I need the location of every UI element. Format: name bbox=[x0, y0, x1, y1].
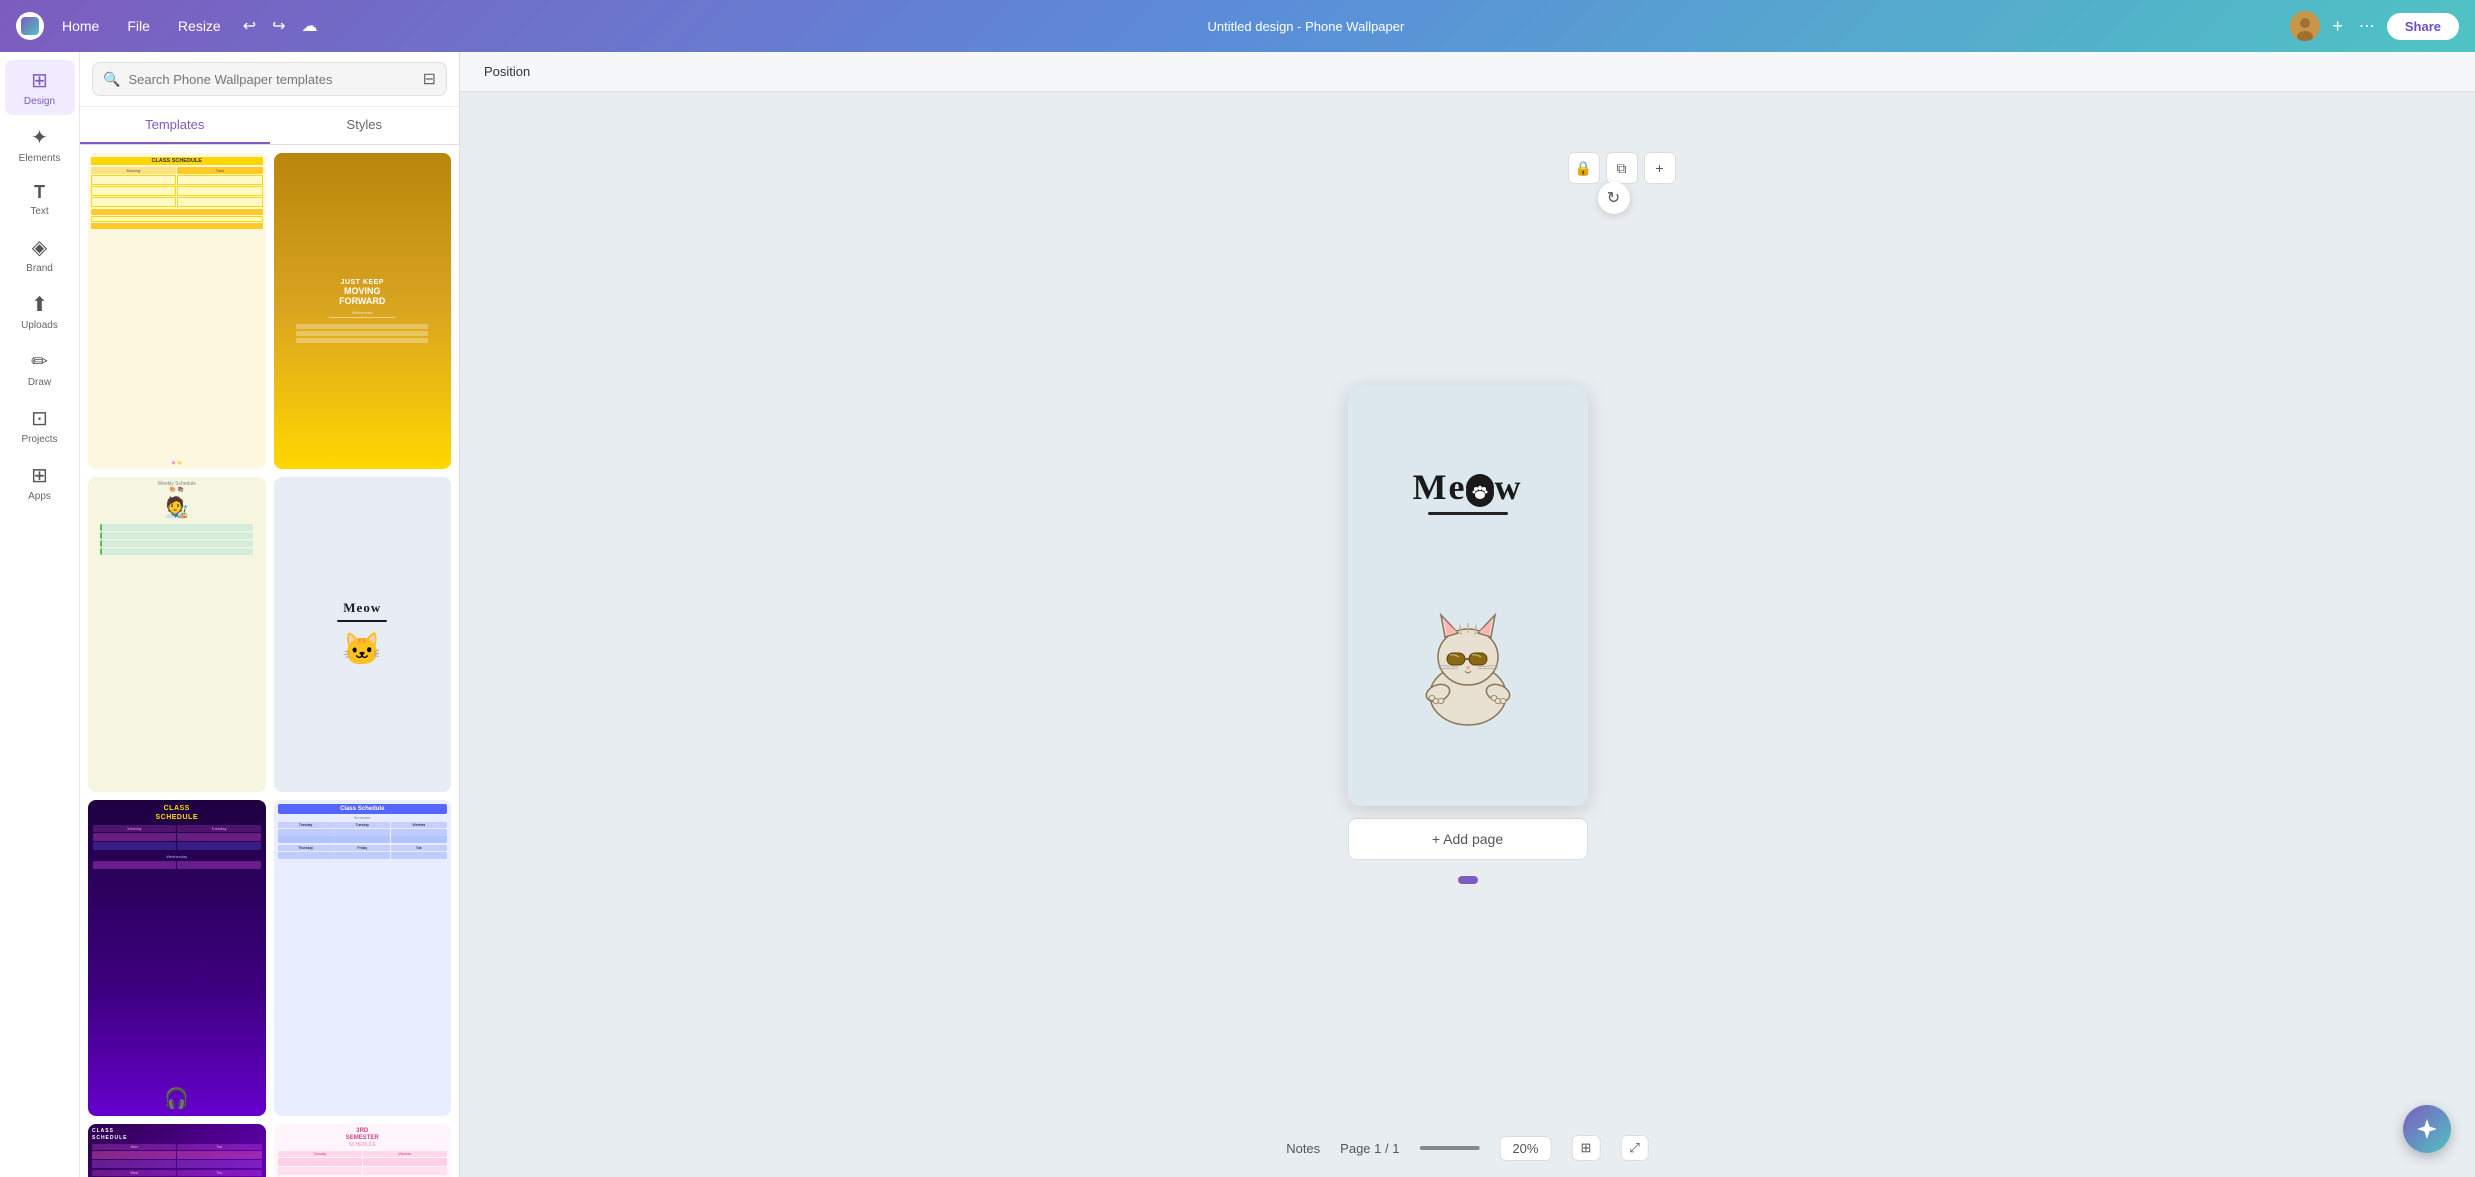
template-card-7[interactable]: CLASS SCHEDULE Mon Tue bbox=[88, 1124, 266, 1177]
page-nav bbox=[1419, 1146, 1479, 1150]
cat-svg bbox=[1403, 585, 1533, 735]
tab-templates[interactable]: Templates bbox=[80, 107, 270, 144]
template-card-8[interactable]: 3RD SEMESTER SCHEDULE Tuesday Wednes bbox=[274, 1124, 452, 1177]
sidebar-label-brand: Brand bbox=[26, 263, 53, 274]
templates-2col: CLASS SCHEDULE Monday Tues bbox=[88, 153, 451, 1177]
navbar: Home File Resize ↩ ↪ ☁ Untitled design -… bbox=[0, 0, 2475, 52]
paw-icon bbox=[1466, 474, 1494, 502]
sidebar-item-text[interactable]: T Text bbox=[5, 174, 75, 225]
navbar-left: Home File Resize ↩ ↪ ☁ bbox=[16, 12, 322, 40]
sidebar-item-apps[interactable]: ⊞ Apps bbox=[5, 455, 75, 510]
phone-canvas[interactable]: Me w bbox=[1348, 386, 1588, 806]
canvas-area: Position 🔒 ⧉ + ↻ Me bbox=[460, 52, 2475, 1177]
sidebar-label-projects: Projects bbox=[21, 434, 57, 445]
tabs-bar: Templates Styles bbox=[80, 107, 459, 145]
sidebar-item-elements[interactable]: ✦ Elements bbox=[5, 117, 75, 172]
notes-label: Notes bbox=[1286, 1141, 1320, 1156]
template-card-5[interactable]: CLASS SCHEDULE Monday Tuesday Wednesday bbox=[88, 800, 266, 1116]
add-page-button[interactable]: + Add page bbox=[1348, 818, 1588, 860]
fullscreen-button[interactable]: ⤢ bbox=[1620, 1135, 1648, 1161]
undo-button[interactable]: ↩ bbox=[239, 12, 260, 40]
template-card-4[interactable]: Meow 🐱 bbox=[274, 477, 452, 793]
text-icon: T bbox=[34, 182, 45, 203]
zoom-button[interactable]: 20% bbox=[1499, 1136, 1551, 1161]
canvas-container: Me w bbox=[1348, 386, 1588, 884]
sidebar-label-design: Design bbox=[24, 96, 55, 107]
cat-illustration bbox=[1403, 535, 1533, 786]
design-icon: ⊞ bbox=[31, 68, 48, 93]
home-button[interactable]: Home bbox=[52, 14, 109, 38]
templates-grid: CLASS SCHEDULE Monday Tues bbox=[80, 145, 459, 1177]
canva-logo[interactable] bbox=[16, 12, 44, 40]
page-dots bbox=[1458, 876, 1478, 884]
main-layout: ⊞ Design ✦ Elements T Text ◈ Brand ⬆ Upl… bbox=[0, 52, 2475, 1177]
navbar-right: + ⋯ Share bbox=[2290, 11, 2459, 41]
sidebar-item-uploads[interactable]: ⬆ Uploads bbox=[5, 284, 75, 339]
search-input[interactable] bbox=[128, 72, 414, 87]
page-indicator: Page 1 / 1 bbox=[1340, 1141, 1399, 1156]
search-wrapper[interactable]: 🔍 ⊟ bbox=[92, 62, 447, 96]
sidebar-label-uploads: Uploads bbox=[21, 320, 58, 331]
projects-icon: ⊡ bbox=[31, 406, 48, 431]
canva-assistant-button[interactable] bbox=[2403, 1105, 2451, 1153]
resize-button[interactable]: Resize bbox=[168, 14, 231, 38]
canvas-workspace: 🔒 ⧉ + ↻ Me bbox=[460, 92, 2475, 1177]
elements-icon: ✦ bbox=[31, 125, 48, 150]
sidebar-item-draw[interactable]: ✏ Draw bbox=[5, 341, 75, 396]
view-toggle-button[interactable]: ⊞ bbox=[1571, 1135, 1600, 1161]
template-card-2[interactable]: Just keep MOVING FORWARD Wednesday bbox=[274, 153, 452, 469]
brand-icon: ◈ bbox=[32, 235, 47, 260]
lock-icon-btn[interactable]: 🔒 bbox=[1568, 152, 1600, 184]
position-button[interactable]: Position bbox=[476, 60, 538, 83]
user-avatar[interactable] bbox=[2290, 11, 2320, 41]
meow-title: Me w bbox=[1413, 466, 1523, 508]
template-card-3[interactable]: Weekly Schedule 🎨 📚 🧑‍🎨 bbox=[88, 477, 266, 793]
navbar-center: Untitled design - Phone Wallpaper bbox=[334, 19, 2279, 34]
sidebar-label-elements: Elements bbox=[19, 153, 61, 164]
page-progress-fill bbox=[1419, 1146, 1479, 1150]
add-collaborator-button[interactable]: + bbox=[2328, 12, 2347, 41]
sidebar-label-text: Text bbox=[30, 206, 48, 217]
document-title: Untitled design - Phone Wallpaper bbox=[1208, 19, 1405, 34]
tab-styles[interactable]: Styles bbox=[270, 107, 460, 144]
meow-underline bbox=[1428, 512, 1508, 515]
draw-icon: ✏ bbox=[31, 349, 48, 374]
filter-icon[interactable]: ⊟ bbox=[423, 69, 436, 89]
canvas-toolbar: Position bbox=[460, 52, 2475, 92]
uploads-icon: ⬆ bbox=[31, 292, 48, 317]
bottom-bar: Notes Page 1 / 1 20% ⊞ ⤢ bbox=[1286, 1135, 1649, 1161]
cloud-save-button[interactable]: ☁ bbox=[298, 12, 322, 40]
template-card-1[interactable]: CLASS SCHEDULE Monday Tues bbox=[88, 153, 266, 469]
templates-panel: 🔍 ⊟ Templates Styles CLASS SCHEDULE Mond… bbox=[80, 52, 460, 1177]
sidebar-item-design[interactable]: ⊞ Design bbox=[5, 60, 75, 115]
sidebar-label-draw: Draw bbox=[28, 377, 51, 388]
copy-icon-btn[interactable]: ⧉ bbox=[1606, 152, 1638, 184]
page-dot-1[interactable] bbox=[1458, 876, 1478, 884]
share-more-button[interactable]: ⋯ bbox=[2355, 12, 2379, 40]
meow-text-container: Me w bbox=[1413, 466, 1523, 515]
sidebar: ⊞ Design ✦ Elements T Text ◈ Brand ⬆ Upl… bbox=[0, 52, 80, 1177]
apps-icon: ⊞ bbox=[31, 463, 48, 488]
redo-button[interactable]: ↪ bbox=[268, 12, 289, 40]
canva-logo-inner bbox=[21, 17, 39, 35]
search-icon: 🔍 bbox=[103, 71, 120, 88]
sidebar-item-projects[interactable]: ⊡ Projects bbox=[5, 398, 75, 453]
page-progress bbox=[1419, 1146, 1479, 1150]
template-card-6[interactable]: Class Schedule Semester Tuesday Tuesday … bbox=[274, 800, 452, 1116]
notes-button[interactable]: Notes bbox=[1286, 1141, 1320, 1156]
search-bar: 🔍 ⊟ bbox=[80, 52, 459, 107]
file-button[interactable]: File bbox=[117, 14, 160, 38]
add-icon-btn[interactable]: + bbox=[1644, 152, 1676, 184]
sidebar-item-brand[interactable]: ◈ Brand bbox=[5, 227, 75, 282]
sidebar-label-apps: Apps bbox=[28, 491, 51, 502]
rotate-button[interactable]: ↻ bbox=[1598, 182, 1630, 214]
share-button[interactable]: Share bbox=[2387, 13, 2459, 40]
